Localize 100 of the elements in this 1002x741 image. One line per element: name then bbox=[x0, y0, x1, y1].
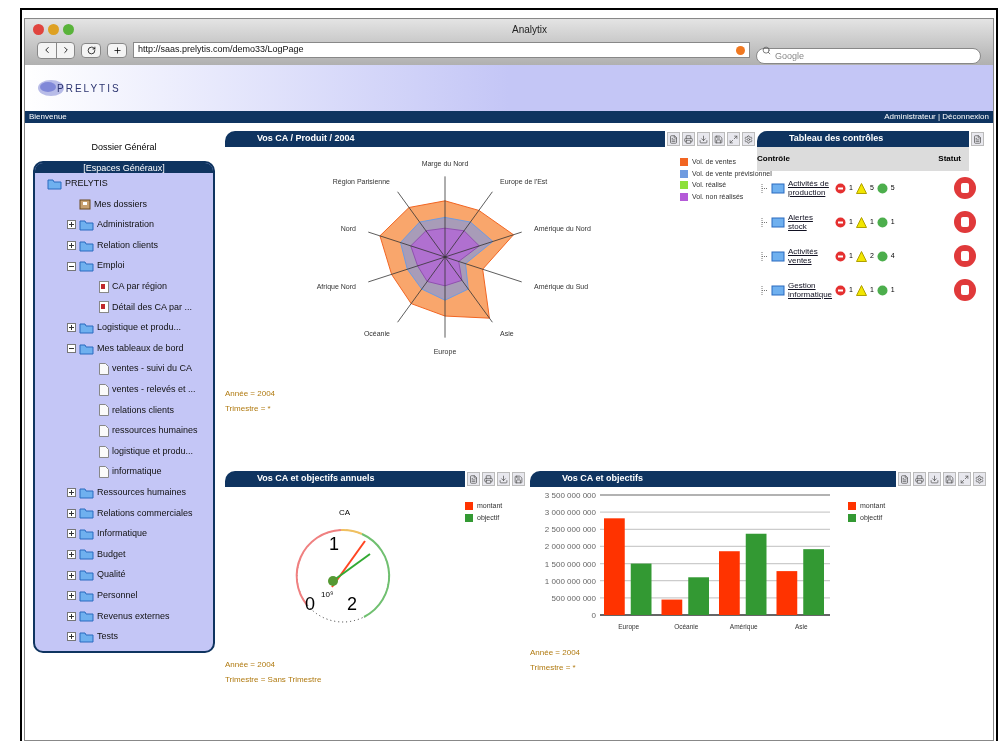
expand-toggle[interactable] bbox=[67, 550, 76, 559]
expand-toggle[interactable] bbox=[67, 591, 76, 601]
stop-hand-icon[interactable] bbox=[953, 210, 977, 234]
tree-item[interactable]: Ressources humaines bbox=[97, 485, 187, 500]
toolbar-icon[interactable] bbox=[958, 472, 971, 486]
tree-item[interactable]: Personnel bbox=[97, 588, 138, 603]
warning-icon bbox=[855, 216, 867, 228]
document-icon bbox=[99, 466, 109, 479]
toolbar-icon[interactable] bbox=[497, 472, 510, 486]
toolbar-icon[interactable] bbox=[913, 472, 926, 486]
toolbar-icon[interactable] bbox=[467, 472, 480, 486]
expand-toggle[interactable] bbox=[67, 488, 76, 498]
error-icon bbox=[835, 182, 846, 194]
toolbar-icon[interactable] bbox=[482, 472, 495, 486]
reload-button[interactable] bbox=[81, 42, 101, 58]
toolbar-icon[interactable] bbox=[712, 132, 725, 146]
tree-item[interactable]: Mes dossiers bbox=[94, 197, 147, 212]
tree-item[interactable]: logistique et produ... bbox=[112, 444, 194, 459]
expand-toggle[interactable] bbox=[67, 323, 76, 333]
tree-item[interactable]: Tests bbox=[97, 630, 118, 644]
filter-text: Année = 2004 bbox=[225, 659, 277, 671]
toolbar-icon[interactable] bbox=[742, 132, 755, 146]
search-field[interactable]: Google bbox=[756, 48, 981, 64]
stop-hand-icon[interactable] bbox=[953, 278, 977, 302]
welcome-text: Bienvenue bbox=[29, 111, 67, 123]
control-name[interactable]: Alertes stock bbox=[788, 213, 832, 231]
toolbar-icon[interactable] bbox=[727, 132, 740, 146]
tree-item[interactable]: CA par région bbox=[112, 280, 168, 294]
expand-toggle[interactable] bbox=[67, 570, 76, 580]
document-icon bbox=[99, 383, 109, 396]
tree-item[interactable]: ventes - suivi du CA bbox=[112, 362, 193, 376]
gauge-scale-label: 1 bbox=[329, 535, 339, 553]
filter-text: Année = 2004 bbox=[530, 647, 582, 659]
toolbar-icon[interactable] bbox=[971, 132, 984, 146]
user-links[interactable]: Administrateur | Déconnexion bbox=[884, 111, 989, 123]
tree-item[interactable]: Administration bbox=[97, 218, 155, 232]
toolbar-icon[interactable] bbox=[973, 472, 986, 486]
toolbar-icon[interactable] bbox=[898, 472, 911, 486]
tree-item[interactable]: ressources humaines bbox=[112, 424, 198, 438]
ok-icon bbox=[876, 182, 888, 194]
tree-item[interactable]: Détail des CA par ... bbox=[112, 300, 193, 315]
expand-toggle[interactable] bbox=[67, 261, 76, 271]
close-window-button[interactable] bbox=[33, 23, 44, 35]
add-bookmark-button[interactable] bbox=[107, 42, 127, 58]
bar bbox=[803, 549, 824, 615]
address-field[interactable]: http://saas.prelytis.com/demo33/LogPage bbox=[133, 42, 750, 58]
filter-text: Année = 2004 bbox=[225, 388, 277, 400]
tree-item[interactable]: Relations commerciales bbox=[97, 506, 193, 521]
ok-icon bbox=[876, 216, 888, 228]
expand-toggle[interactable] bbox=[67, 220, 76, 230]
axis-tick-label: 3 000 000 000 bbox=[544, 508, 596, 518]
tree-item[interactable]: PRELYTIS bbox=[65, 177, 108, 191]
tree-item[interactable]: Logistique et produ... bbox=[97, 321, 182, 335]
tree-item[interactable]: Emploi bbox=[97, 259, 125, 273]
expand-toggle[interactable] bbox=[67, 508, 76, 518]
search-icon bbox=[762, 45, 771, 55]
column-header: Statut bbox=[938, 153, 961, 165]
expand-toggle[interactable] bbox=[67, 529, 76, 539]
control-name[interactable]: Activités de production bbox=[788, 179, 832, 197]
bar bbox=[630, 563, 652, 615]
tree-item[interactable]: Budget bbox=[97, 547, 126, 562]
tree-item[interactable]: relations clients bbox=[112, 403, 175, 418]
axis-tick-label: 0 bbox=[591, 611, 596, 620]
bar bbox=[661, 599, 683, 615]
tree-connector bbox=[761, 183, 768, 193]
report-icon bbox=[99, 280, 109, 293]
control-name[interactable]: Activités ventes bbox=[788, 247, 832, 265]
panel-title: [Espaces Généraux] bbox=[35, 162, 213, 173]
toolbar-icon[interactable] bbox=[512, 472, 525, 486]
stop-hand-icon[interactable] bbox=[953, 176, 977, 200]
zoom-window-button[interactable] bbox=[63, 23, 74, 35]
tree-item[interactable]: Informatique bbox=[97, 527, 148, 541]
toolbar-icon[interactable] bbox=[667, 132, 680, 146]
tree-connector bbox=[761, 251, 768, 261]
bar bbox=[776, 571, 798, 615]
expand-toggle[interactable] bbox=[67, 344, 76, 354]
rss-icon bbox=[736, 45, 745, 55]
tree-item[interactable]: Mes tableaux de bord bbox=[97, 341, 184, 356]
expand-toggle[interactable] bbox=[67, 632, 76, 642]
axis-tick-label: 1 500 000 000 bbox=[544, 559, 596, 569]
axis-tick-label: 500 000 000 bbox=[551, 593, 596, 603]
expand-toggle[interactable] bbox=[67, 611, 76, 621]
tree-item[interactable]: Qualité bbox=[97, 568, 126, 582]
control-name[interactable]: Gestion informatique bbox=[788, 281, 832, 299]
folder-icon bbox=[79, 260, 94, 273]
tree-item[interactable]: informatique bbox=[112, 465, 162, 479]
toolbar-icon[interactable] bbox=[928, 472, 941, 486]
panel-header: Vos CA et objectifs bbox=[530, 471, 896, 487]
logo-text: PRELYTIS bbox=[57, 81, 121, 96]
toolbar-icon[interactable] bbox=[697, 132, 710, 146]
panel-header: Vos CA et objectifs annuels bbox=[225, 471, 465, 487]
expand-toggle[interactable] bbox=[67, 241, 76, 251]
tree-item[interactable]: Revenus externes bbox=[97, 609, 170, 623]
tree-item[interactable]: Relation clients bbox=[97, 238, 159, 253]
folder-icon bbox=[79, 239, 94, 252]
toolbar-icon[interactable] bbox=[943, 472, 956, 486]
stop-hand-icon[interactable] bbox=[953, 244, 977, 268]
tree-item[interactable]: ventes - relevés et ... bbox=[112, 383, 196, 397]
toolbar-icon[interactable] bbox=[682, 132, 695, 146]
document-icon bbox=[99, 404, 109, 417]
